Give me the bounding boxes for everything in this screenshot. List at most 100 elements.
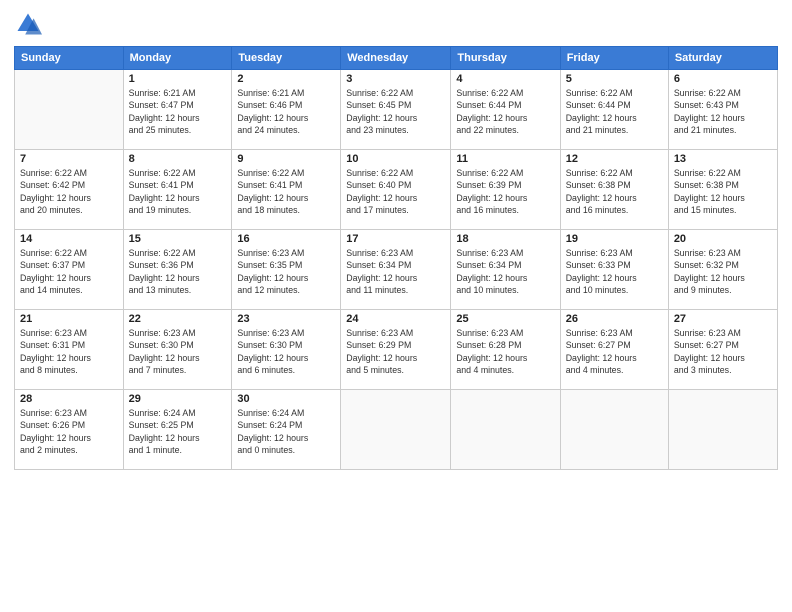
day-info: Sunrise: 6:23 AMSunset: 6:34 PMDaylight:… [456, 247, 554, 296]
day-info: Sunrise: 6:23 AMSunset: 6:27 PMDaylight:… [566, 327, 663, 376]
weekday-header-sunday: Sunday [15, 47, 124, 70]
calendar-cell: 17 Sunrise: 6:23 AMSunset: 6:34 PMDayligh… [341, 230, 451, 310]
day-number: 5 [566, 73, 663, 85]
calendar-cell: 18 Sunrise: 6:23 AMSunset: 6:34 PMDayligh… [451, 230, 560, 310]
header [14, 10, 778, 38]
day-number: 6 [674, 73, 772, 85]
week-row-1: 7Sunrise: 6:22 AMSunset: 6:42 PMDaylight… [15, 150, 778, 230]
day-info: Sunrise: 6:23 AMSunset: 6:31 PMDaylight:… [20, 327, 118, 376]
day-info: Sunrise: 6:22 AMSunset: 6:40 PMDaylight:… [346, 167, 445, 216]
calendar-cell: 28Sunrise: 6:23 AMSunset: 6:26 PMDayligh… [15, 390, 124, 470]
calendar-cell: 3 Sunrise: 6:22 AMSunset: 6:45 PMDaylight… [341, 70, 451, 150]
day-number: 21 [20, 313, 118, 325]
day-number: 13 [674, 153, 772, 165]
day-info: Sunrise: 6:21 AMSunset: 6:46 PMDaylight:… [237, 87, 335, 136]
calendar-cell [560, 390, 668, 470]
weekday-header-friday: Friday [560, 47, 668, 70]
day-info: Sunrise: 6:22 AMSunset: 6:44 PMDaylight:… [456, 87, 554, 136]
day-number: 22 [129, 313, 227, 325]
day-number: 10 [346, 153, 445, 165]
day-info: Sunrise: 6:22 AMSunset: 6:37 PMDaylight:… [20, 247, 118, 296]
day-info: Sunrise: 6:22 AMSunset: 6:41 PMDaylight:… [129, 167, 227, 216]
day-info: Sunrise: 6:23 AMSunset: 6:30 PMDaylight:… [129, 327, 227, 376]
day-info: Sunrise: 6:22 AMSunset: 6:39 PMDaylight:… [456, 167, 554, 216]
week-row-0: 1 Sunrise: 6:21 AMSunset: 6:47 PMDaylight… [15, 70, 778, 150]
week-row-2: 14 Sunrise: 6:22 AMSunset: 6:37 PMDayligh… [15, 230, 778, 310]
logo [14, 10, 44, 38]
calendar-table: SundayMondayTuesdayWednesdayThursdayFrid… [14, 46, 778, 470]
week-row-4: 28Sunrise: 6:23 AMSunset: 6:26 PMDayligh… [15, 390, 778, 470]
day-number: 4 [456, 73, 554, 85]
day-number: 19 [566, 233, 663, 245]
day-number: 3 [346, 73, 445, 85]
day-info: Sunrise: 6:22 AMSunset: 6:45 PMDaylight:… [346, 87, 445, 136]
day-info: Sunrise: 6:23 AMSunset: 6:35 PMDaylight:… [237, 247, 335, 296]
day-number: 24 [346, 313, 445, 325]
day-info: Sunrise: 6:23 AMSunset: 6:33 PMDaylight:… [566, 247, 663, 296]
day-number: 9 [237, 153, 335, 165]
page: SundayMondayTuesdayWednesdayThursdayFrid… [0, 0, 792, 612]
day-number: 30 [237, 393, 335, 405]
calendar-cell: 19 Sunrise: 6:23 AMSunset: 6:33 PMDayligh… [560, 230, 668, 310]
calendar-cell: 15Sunrise: 6:22 AMSunset: 6:36 PMDayligh… [123, 230, 232, 310]
calendar-cell: 8 Sunrise: 6:22 AMSunset: 6:41 PMDaylight… [123, 150, 232, 230]
day-info: Sunrise: 6:23 AMSunset: 6:34 PMDaylight:… [346, 247, 445, 296]
day-number: 25 [456, 313, 554, 325]
day-number: 29 [129, 393, 227, 405]
calendar-cell: 4 Sunrise: 6:22 AMSunset: 6:44 PMDaylight… [451, 70, 560, 150]
day-number: 16 [237, 233, 335, 245]
day-info: Sunrise: 6:23 AMSunset: 6:29 PMDaylight:… [346, 327, 445, 376]
weekday-header-tuesday: Tuesday [232, 47, 341, 70]
day-number: 18 [456, 233, 554, 245]
day-number: 1 [129, 73, 227, 85]
calendar-cell: 10 Sunrise: 6:22 AMSunset: 6:40 PMDayligh… [341, 150, 451, 230]
calendar-cell: 21 Sunrise: 6:23 AMSunset: 6:31 PMDayligh… [15, 310, 124, 390]
calendar-cell: 6Sunrise: 6:22 AMSunset: 6:43 PMDaylight… [668, 70, 777, 150]
calendar-cell: 20 Sunrise: 6:23 AMSunset: 6:32 PMDayligh… [668, 230, 777, 310]
week-row-3: 21 Sunrise: 6:23 AMSunset: 6:31 PMDayligh… [15, 310, 778, 390]
calendar-cell: 30 Sunrise: 6:24 AMSunset: 6:24 PMDayligh… [232, 390, 341, 470]
day-info: Sunrise: 6:23 AMSunset: 6:32 PMDaylight:… [674, 247, 772, 296]
calendar-cell: 1 Sunrise: 6:21 AMSunset: 6:47 PMDaylight… [123, 70, 232, 150]
calendar-cell: 13 Sunrise: 6:22 AMSunset: 6:38 PMDayligh… [668, 150, 777, 230]
calendar-cell [451, 390, 560, 470]
weekday-header-row: SundayMondayTuesdayWednesdayThursdayFrid… [15, 47, 778, 70]
calendar-cell [668, 390, 777, 470]
calendar-cell: 27 Sunrise: 6:23 AMSunset: 6:27 PMDayligh… [668, 310, 777, 390]
logo-icon [14, 10, 42, 38]
day-info: Sunrise: 6:22 AMSunset: 6:38 PMDaylight:… [566, 167, 663, 216]
calendar-cell: 11 Sunrise: 6:22 AMSunset: 6:39 PMDayligh… [451, 150, 560, 230]
day-number: 23 [237, 313, 335, 325]
calendar-cell: 14 Sunrise: 6:22 AMSunset: 6:37 PMDayligh… [15, 230, 124, 310]
day-info: Sunrise: 6:23 AMSunset: 6:26 PMDaylight:… [20, 407, 118, 456]
calendar-cell: 24 Sunrise: 6:23 AMSunset: 6:29 PMDayligh… [341, 310, 451, 390]
day-info: Sunrise: 6:23 AMSunset: 6:27 PMDaylight:… [674, 327, 772, 376]
calendar-cell: 23 Sunrise: 6:23 AMSunset: 6:30 PMDayligh… [232, 310, 341, 390]
day-info: Sunrise: 6:24 AMSunset: 6:24 PMDaylight:… [237, 407, 335, 456]
day-number: 8 [129, 153, 227, 165]
calendar-cell: 26 Sunrise: 6:23 AMSunset: 6:27 PMDayligh… [560, 310, 668, 390]
calendar-cell [15, 70, 124, 150]
calendar-cell: 16 Sunrise: 6:23 AMSunset: 6:35 PMDayligh… [232, 230, 341, 310]
day-number: 27 [674, 313, 772, 325]
day-number: 11 [456, 153, 554, 165]
day-info: Sunrise: 6:21 AMSunset: 6:47 PMDaylight:… [129, 87, 227, 136]
calendar-cell: 22 Sunrise: 6:23 AMSunset: 6:30 PMDayligh… [123, 310, 232, 390]
weekday-header-saturday: Saturday [668, 47, 777, 70]
calendar-cell: 12Sunrise: 6:22 AMSunset: 6:38 PMDayligh… [560, 150, 668, 230]
weekday-header-monday: Monday [123, 47, 232, 70]
day-info: Sunrise: 6:24 AMSunset: 6:25 PMDaylight:… [129, 407, 227, 456]
weekday-header-thursday: Thursday [451, 47, 560, 70]
day-info: Sunrise: 6:22 AMSunset: 6:38 PMDaylight:… [674, 167, 772, 216]
day-number: 2 [237, 73, 335, 85]
day-number: 17 [346, 233, 445, 245]
day-number: 14 [20, 233, 118, 245]
day-number: 20 [674, 233, 772, 245]
calendar-cell: 5 Sunrise: 6:22 AMSunset: 6:44 PMDaylight… [560, 70, 668, 150]
calendar-cell [341, 390, 451, 470]
day-number: 26 [566, 313, 663, 325]
day-info: Sunrise: 6:23 AMSunset: 6:30 PMDaylight:… [237, 327, 335, 376]
calendar-cell: 9Sunrise: 6:22 AMSunset: 6:41 PMDaylight… [232, 150, 341, 230]
weekday-header-wednesday: Wednesday [341, 47, 451, 70]
day-info: Sunrise: 6:22 AMSunset: 6:44 PMDaylight:… [566, 87, 663, 136]
